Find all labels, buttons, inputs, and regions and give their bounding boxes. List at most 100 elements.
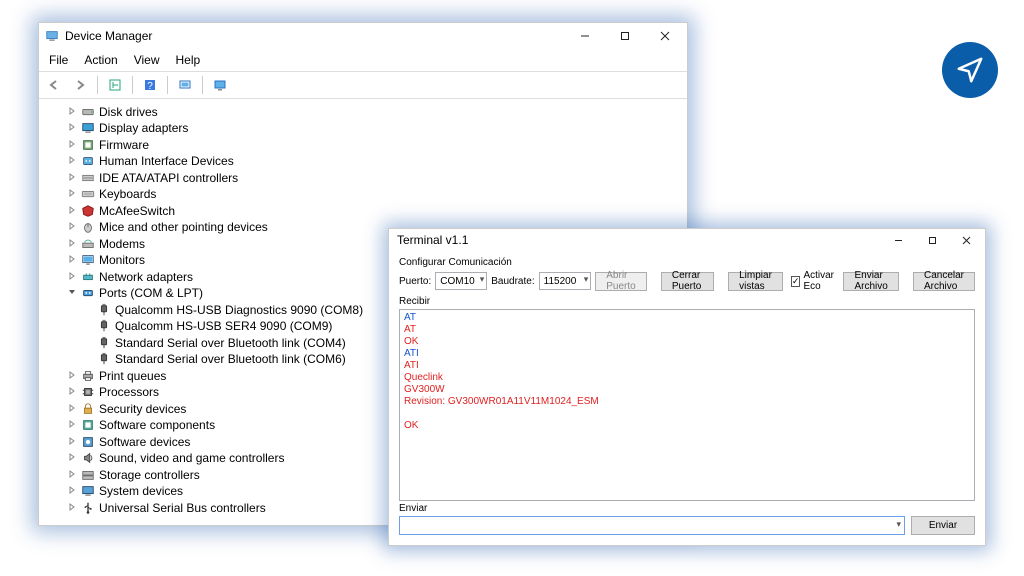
- forward-button[interactable]: [69, 74, 91, 96]
- scan-hardware-button[interactable]: [174, 74, 196, 96]
- chevron-right-icon[interactable]: [65, 486, 79, 496]
- enviar-button[interactable]: Enviar: [911, 516, 975, 535]
- tree-item-label: Modems: [99, 237, 145, 251]
- modem-icon: [81, 237, 95, 251]
- chevron-right-icon[interactable]: [65, 107, 79, 117]
- firmware-icon: [81, 138, 95, 152]
- activar-eco-checkbox[interactable]: ✓ Activar Eco: [791, 270, 836, 292]
- network-icon: [81, 270, 95, 284]
- abrir-puerto-button[interactable]: Abrir Puerto: [595, 272, 646, 291]
- tree-item-label: Mice and other pointing devices: [99, 220, 268, 234]
- tree-item-label: Sound, video and game controllers: [99, 451, 284, 465]
- chevron-right-icon[interactable]: [65, 239, 79, 249]
- chevron-down-icon[interactable]: [65, 288, 79, 298]
- plug-icon: [97, 352, 111, 366]
- chevron-right-icon[interactable]: [65, 272, 79, 282]
- toolbar-separator: [167, 76, 168, 94]
- terminal-minimize-button[interactable]: [881, 229, 915, 251]
- limpiar-vistas-button[interactable]: Limpiar vistas: [728, 272, 783, 291]
- toolbar-separator: [97, 76, 98, 94]
- terminal-maximize-button[interactable]: [915, 229, 949, 251]
- chevron-right-icon[interactable]: [65, 387, 79, 397]
- tree-item-label: Qualcomm HS-USB Diagnostics 9090 (COM8): [115, 303, 363, 317]
- tree-item-label: Network adapters: [99, 270, 193, 284]
- chevron-right-icon[interactable]: [65, 371, 79, 381]
- recv-line: GV300W: [404, 384, 970, 396]
- cancelar-archivo-button[interactable]: Cancelar Archivo: [913, 272, 975, 291]
- chevron-right-icon[interactable]: [65, 156, 79, 166]
- checkbox-icon: ✓: [791, 276, 801, 287]
- terminal-titlebar: Terminal v1.1: [389, 229, 985, 251]
- chevron-right-icon[interactable]: [65, 453, 79, 463]
- tree-item[interactable]: Keyboards: [65, 186, 677, 202]
- chevron-right-icon[interactable]: [65, 140, 79, 150]
- recv-line: Revision: GV300WR01A11V11M1024_ESM: [404, 396, 970, 408]
- tree-item-label: Ports (COM & LPT): [99, 286, 203, 300]
- chevron-right-icon[interactable]: [65, 222, 79, 232]
- keyboard-icon: [81, 187, 95, 201]
- usb-icon: [81, 501, 95, 515]
- chevron-right-icon[interactable]: [65, 189, 79, 199]
- recibir-box[interactable]: ATATOKATIATIQueclinkGV300WRevision: GV30…: [399, 309, 975, 501]
- cpu-icon: [81, 385, 95, 399]
- menu-file[interactable]: File: [47, 51, 70, 69]
- tree-item-label: Processors: [99, 385, 159, 399]
- recv-line: OK: [404, 336, 970, 348]
- tree-item[interactable]: Disk drives: [65, 104, 677, 120]
- tree-item-label: Display adapters: [99, 121, 188, 135]
- terminal-close-button[interactable]: [949, 229, 983, 251]
- security-icon: [81, 402, 95, 416]
- cerrar-puerto-button[interactable]: Cerrar Puerto: [661, 272, 714, 291]
- tree-item-label: Print queues: [99, 369, 166, 383]
- back-button[interactable]: [43, 74, 65, 96]
- tree-item[interactable]: Human Interface Devices: [65, 153, 677, 169]
- chevron-right-icon[interactable]: [65, 255, 79, 265]
- close-button[interactable]: [645, 23, 685, 49]
- chevron-right-icon[interactable]: [65, 420, 79, 430]
- chevron-right-icon[interactable]: [65, 437, 79, 447]
- chevron-right-icon[interactable]: [65, 123, 79, 133]
- maximize-button[interactable]: [605, 23, 645, 49]
- ide-icon: [81, 171, 95, 185]
- baudrate-label: Baudrate:: [491, 276, 534, 287]
- logo-badge: [942, 42, 998, 98]
- toolbar-separator: [132, 76, 133, 94]
- plug-icon: [97, 319, 111, 333]
- checkbox-label: Activar Eco: [803, 270, 835, 292]
- tree-item-label: Standard Serial over Bluetooth link (COM…: [115, 352, 346, 366]
- properties-button[interactable]: [209, 74, 231, 96]
- tree-item[interactable]: McAfeeSwitch: [65, 203, 677, 219]
- tree-item-label: System devices: [99, 484, 183, 498]
- baudrate-combo[interactable]: 115200: [539, 272, 592, 290]
- titlebar: Device Manager: [39, 23, 687, 49]
- chevron-right-icon[interactable]: [65, 404, 79, 414]
- softdev-icon: [81, 435, 95, 449]
- tree-item[interactable]: Firmware: [65, 137, 677, 153]
- tree-item-label: Storage controllers: [99, 468, 200, 482]
- storage-icon: [81, 468, 95, 482]
- chevron-right-icon[interactable]: [65, 206, 79, 216]
- menu-action[interactable]: Action: [82, 51, 119, 69]
- paper-plane-icon: [955, 55, 985, 85]
- tree-item-label: Human Interface Devices: [99, 154, 234, 168]
- enviar-input[interactable]: [399, 516, 905, 535]
- menu-view[interactable]: View: [132, 51, 162, 69]
- recv-line: AT: [404, 312, 970, 324]
- tree-item[interactable]: IDE ATA/ATAPI controllers: [65, 170, 677, 186]
- window-controls: [565, 23, 685, 49]
- minimize-button[interactable]: [565, 23, 605, 49]
- tree-item-label: Software devices: [99, 435, 190, 449]
- menu-help[interactable]: Help: [174, 51, 203, 69]
- config-label: Configurar Comunicación: [399, 257, 975, 268]
- chevron-right-icon[interactable]: [65, 470, 79, 480]
- enviar-archivo-button[interactable]: Enviar Archivo: [843, 272, 898, 291]
- config-row: Puerto: COM10 Baudrate: 115200 Abrir Pue…: [399, 270, 975, 292]
- enviar-label: Enviar: [399, 503, 975, 514]
- show-hide-tree-button[interactable]: [104, 74, 126, 96]
- toolbar-separator: [202, 76, 203, 94]
- puerto-combo[interactable]: COM10: [435, 272, 487, 290]
- chevron-right-icon[interactable]: [65, 173, 79, 183]
- tree-item[interactable]: Display adapters: [65, 120, 677, 136]
- chevron-right-icon[interactable]: [65, 503, 79, 513]
- help-button[interactable]: ?: [139, 74, 161, 96]
